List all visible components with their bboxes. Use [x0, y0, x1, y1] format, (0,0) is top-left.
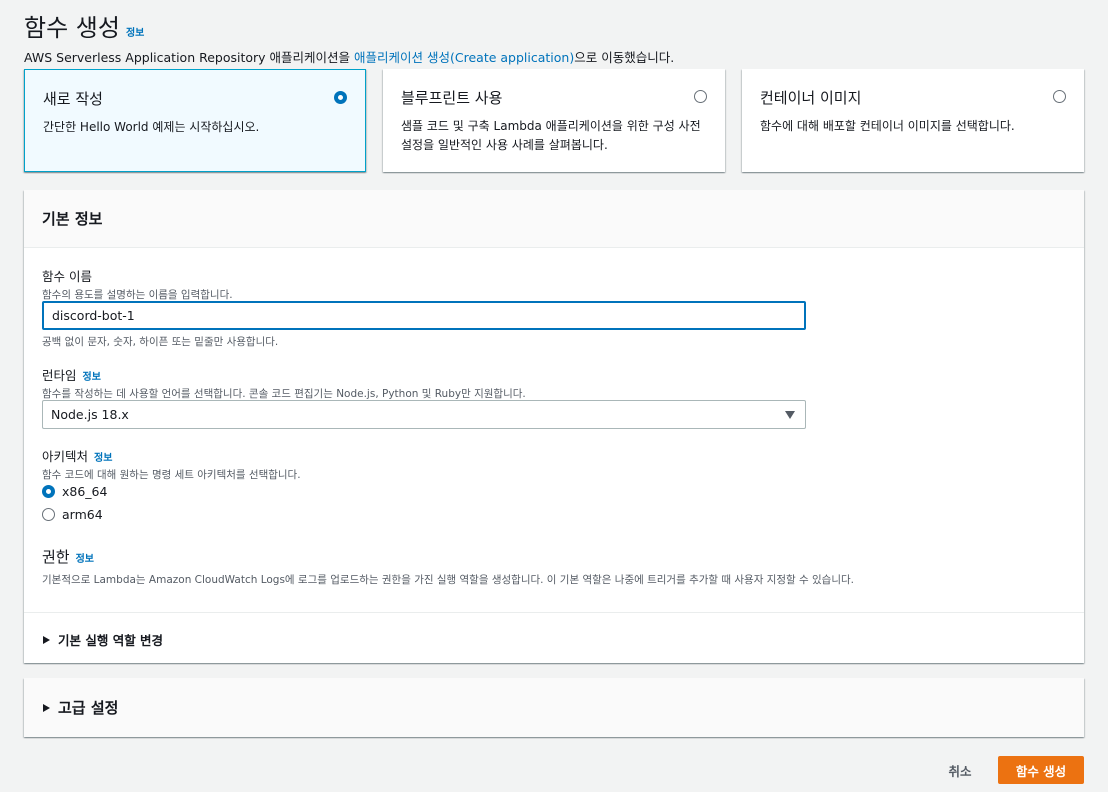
- runtime-info-link[interactable]: 정보: [83, 368, 101, 383]
- permissions-info-link[interactable]: 정보: [76, 550, 94, 565]
- advanced-settings-panel: 고급 설정: [24, 678, 1084, 737]
- function-name-desc: 함수의 용도를 설명하는 이름을 입력합니다.: [42, 289, 233, 301]
- runtime-label: 런타임 정보: [42, 365, 526, 384]
- option-title: 새로 작성: [43, 90, 103, 108]
- change-default-role-label: 기본 실행 역할 변경: [58, 633, 164, 648]
- advanced-settings-label: 고급 설정: [58, 699, 119, 717]
- page-title-text: 함수 생성: [24, 14, 120, 42]
- function-name-field: 함수 이름 함수의 용도를 설명하는 이름을 입력합니다.: [42, 266, 233, 302]
- option-desc: 간단한 Hello World 예제는 시작하십시오.: [43, 120, 260, 134]
- option-desc: 함수에 대해 배포할 컨테이너 이미지를 선택합니다.: [760, 119, 1015, 133]
- permissions-desc: 기본적으로 Lambda는 Amazon CloudWatch Logs에 로그…: [42, 574, 855, 586]
- basic-info-header: 기본 정보: [24, 190, 1084, 248]
- permissions-section: 권한 정보 기본적으로 Lambda는 Amazon CloudWatch Lo…: [42, 546, 854, 587]
- runtime-selected-value: Node.js 18.x: [51, 407, 129, 422]
- permissions-title-text: 권한: [42, 548, 70, 566]
- option-radio[interactable]: [1053, 90, 1066, 103]
- runtime-label-text: 런타임: [42, 368, 77, 383]
- option-desc: 샘플 코드 및 구축 Lambda 애플리케이션을 위한 구성 사전 설정을 일…: [401, 119, 701, 152]
- cancel-button[interactable]: 취소: [936, 756, 984, 784]
- create-function-button[interactable]: 함수 생성: [998, 756, 1084, 784]
- option-container-image[interactable]: 컨테이너 이미지 함수에 대해 배포할 컨테이너 이미지를 선택합니다.: [742, 69, 1084, 172]
- title-info-link[interactable]: 정보: [126, 24, 144, 39]
- option-author-from-scratch[interactable]: 새로 작성 간단한 Hello World 예제는 시작하십시오.: [24, 69, 366, 172]
- page-subtitle: AWS Serverless Application Repository 애플…: [24, 47, 674, 66]
- runtime-desc: 함수를 작성하는 데 사용할 언어를 선택합니다. 콘솔 코드 편집기는 Nod…: [42, 388, 526, 400]
- architecture-option-arm64[interactable]: arm64: [42, 507, 103, 522]
- caret-down-icon: [785, 411, 795, 419]
- architecture-option-label: x86_64: [62, 484, 108, 499]
- architecture-label-text: 아키텍처: [42, 449, 89, 464]
- architecture-field: 아키텍처 정보 함수 코드에 대해 원하는 명령 세트 아키텍처를 선택합니다.: [42, 446, 301, 482]
- advanced-settings-expander[interactable]: 고급 설정: [43, 697, 118, 718]
- basic-info-heading: 기본 정보: [42, 210, 103, 228]
- function-name-input[interactable]: [42, 301, 806, 330]
- radio-checked[interactable]: [42, 485, 55, 498]
- create-application-link[interactable]: 애플리케이션 생성(Create application): [354, 50, 574, 65]
- caret-right-icon: [43, 635, 50, 644]
- divider: [24, 612, 1084, 613]
- radio[interactable]: [42, 508, 55, 521]
- architecture-option-x86-64[interactable]: x86_64: [42, 484, 107, 499]
- caret-right-icon: [43, 703, 50, 712]
- architecture-desc: 함수 코드에 대해 원하는 명령 세트 아키텍처를 선택합니다.: [42, 469, 301, 481]
- runtime-field: 런타임 정보 함수를 작성하는 데 사용할 언어를 선택합니다. 콘솔 코드 편…: [42, 365, 526, 401]
- architecture-label: 아키텍처 정보: [42, 446, 301, 465]
- function-name-label: 함수 이름: [42, 269, 92, 284]
- function-name-constraint: 공백 없이 문자, 숫자, 하이픈 또는 밑줄만 사용합니다.: [42, 336, 279, 348]
- option-use-blueprint[interactable]: 블루프린트 사용 샘플 코드 및 구축 Lambda 애플리케이션을 위한 구성…: [383, 69, 725, 172]
- architecture-info-link[interactable]: 정보: [94, 449, 112, 464]
- subtitle-prefix: AWS Serverless Application Repository 애플…: [24, 50, 355, 65]
- subtitle-suffix: 으로 이동했습니다.: [574, 50, 675, 65]
- runtime-select[interactable]: Node.js 18.x: [42, 400, 806, 429]
- option-title: 컨테이너 이미지: [760, 89, 862, 107]
- permissions-title: 권한 정보: [42, 546, 854, 567]
- change-default-role-expander[interactable]: 기본 실행 역할 변경: [43, 630, 163, 649]
- page-title: 함수 생성 정보: [24, 8, 144, 43]
- option-radio[interactable]: [694, 90, 707, 103]
- architecture-option-label: arm64: [62, 507, 103, 522]
- basic-info-panel: 기본 정보 함수 이름 함수의 용도를 설명하는 이름을 입력합니다. 공백 없…: [24, 190, 1084, 663]
- option-radio-checked[interactable]: [334, 91, 347, 104]
- option-title: 블루프린트 사용: [401, 89, 503, 107]
